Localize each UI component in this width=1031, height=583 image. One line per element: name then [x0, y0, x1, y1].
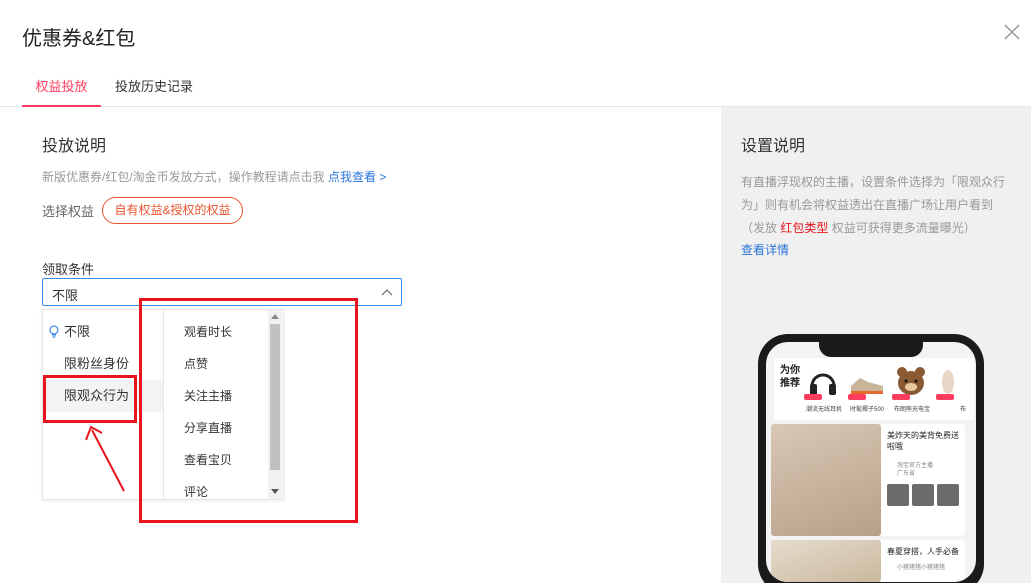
red-packet-emphasis: 红包类型: [780, 221, 829, 235]
recommend-title: 为你推荐: [780, 365, 800, 389]
rec-caption: 潮流无线耳机: [806, 407, 843, 413]
tab-delivery-history[interactable]: 投放历史记录: [108, 70, 200, 107]
option-label: 不限: [64, 324, 91, 339]
card-location: 广东省: [897, 471, 916, 477]
condition-label: 领取条件: [42, 262, 95, 277]
card-host: 小猪猪猪小猪猪猪: [897, 565, 946, 571]
close-icon[interactable]: [1000, 20, 1024, 44]
live-tag: [848, 394, 866, 400]
live-card: 美炸天的美背免费送啦哦 淘宝官方主播 广东省: [771, 424, 965, 536]
select-value: 不限: [52, 288, 79, 303]
annotation-box-option: [43, 375, 137, 423]
live-tag: [804, 394, 822, 400]
product-thumb: [937, 484, 959, 506]
annotation-arrow-icon: [85, 425, 125, 492]
card-title: 春夏穿搭，人手必备: [887, 547, 959, 556]
phone-notch: [819, 342, 923, 357]
rec-caption: 布朗熊充电宝: [894, 407, 931, 413]
card-title: 美炸天的美背免费送啦哦: [887, 431, 959, 451]
live-cover-image: [771, 540, 881, 582]
view-details-link[interactable]: 查看详情: [741, 241, 789, 258]
product-thumb: [887, 484, 909, 506]
view-tutorial-link[interactable]: 点我查看 >: [328, 170, 386, 184]
rec-caption: 时髦椰子500: [850, 407, 885, 413]
settings-title: 设置说明: [741, 138, 806, 155]
tab-bar: 权益投放 投放历史记录: [0, 70, 1031, 107]
section-title: 投放说明: [42, 138, 107, 155]
select-benefit-label: 选择权益: [42, 204, 95, 219]
live-card: 春夏穿搭，人手必备 小猪猪猪小猪猪猪: [771, 540, 965, 582]
description-text: 新版优惠券/红包/淘金币发放方式，操作教程请点击我: [42, 170, 325, 184]
settings-desc-after: 权益可获得更多流量曝光）: [831, 221, 976, 235]
rec-caption: 布: [960, 407, 967, 413]
chevron-up-icon: [381, 289, 393, 296]
phone-screen: 为你推荐 潮流无线耳机 时髦椰子500 布朗熊充电宝 布 美炸天的美背免费送啦哦…: [766, 342, 976, 582]
phone-preview: 为你推荐 潮流无线耳机 时髦椰子500 布朗熊充电宝 布 美炸天的美背免费送啦哦…: [758, 334, 984, 583]
recommend-strip: 为你推荐 潮流无线耳机 时髦椰子500 布朗熊充电宝 布: [774, 358, 974, 420]
live-tag: [936, 394, 954, 400]
settings-panel: 设置说明 有直播浮现权的主播，设置条件选择为「限观众行为」则有机会将权益透出在直…: [721, 107, 1031, 583]
product-thumb: [912, 484, 934, 506]
delivery-description: 新版优惠券/红包/淘金币发放方式，操作教程请点击我 点我查看 >: [42, 168, 386, 185]
dialog-title: 优惠券&红包: [22, 28, 136, 50]
coupon-dialog: 优惠券&红包 权益投放 投放历史记录 投放说明 新版优惠券/红包/淘金币发放方式…: [0, 0, 1031, 583]
live-cover-image: [771, 424, 881, 536]
settings-description: 有直播浮现权的主播，设置条件选择为「限观众行为」则有机会将权益透出在直播广场让用…: [741, 171, 1011, 240]
live-tag: [892, 394, 910, 400]
tab-benefit-delivery[interactable]: 权益投放: [22, 70, 101, 107]
annotation-box-submenu: [139, 298, 358, 523]
lightbulb-icon: [49, 325, 59, 338]
benefit-type-button[interactable]: 自有权益&授权的权益: [102, 197, 243, 224]
